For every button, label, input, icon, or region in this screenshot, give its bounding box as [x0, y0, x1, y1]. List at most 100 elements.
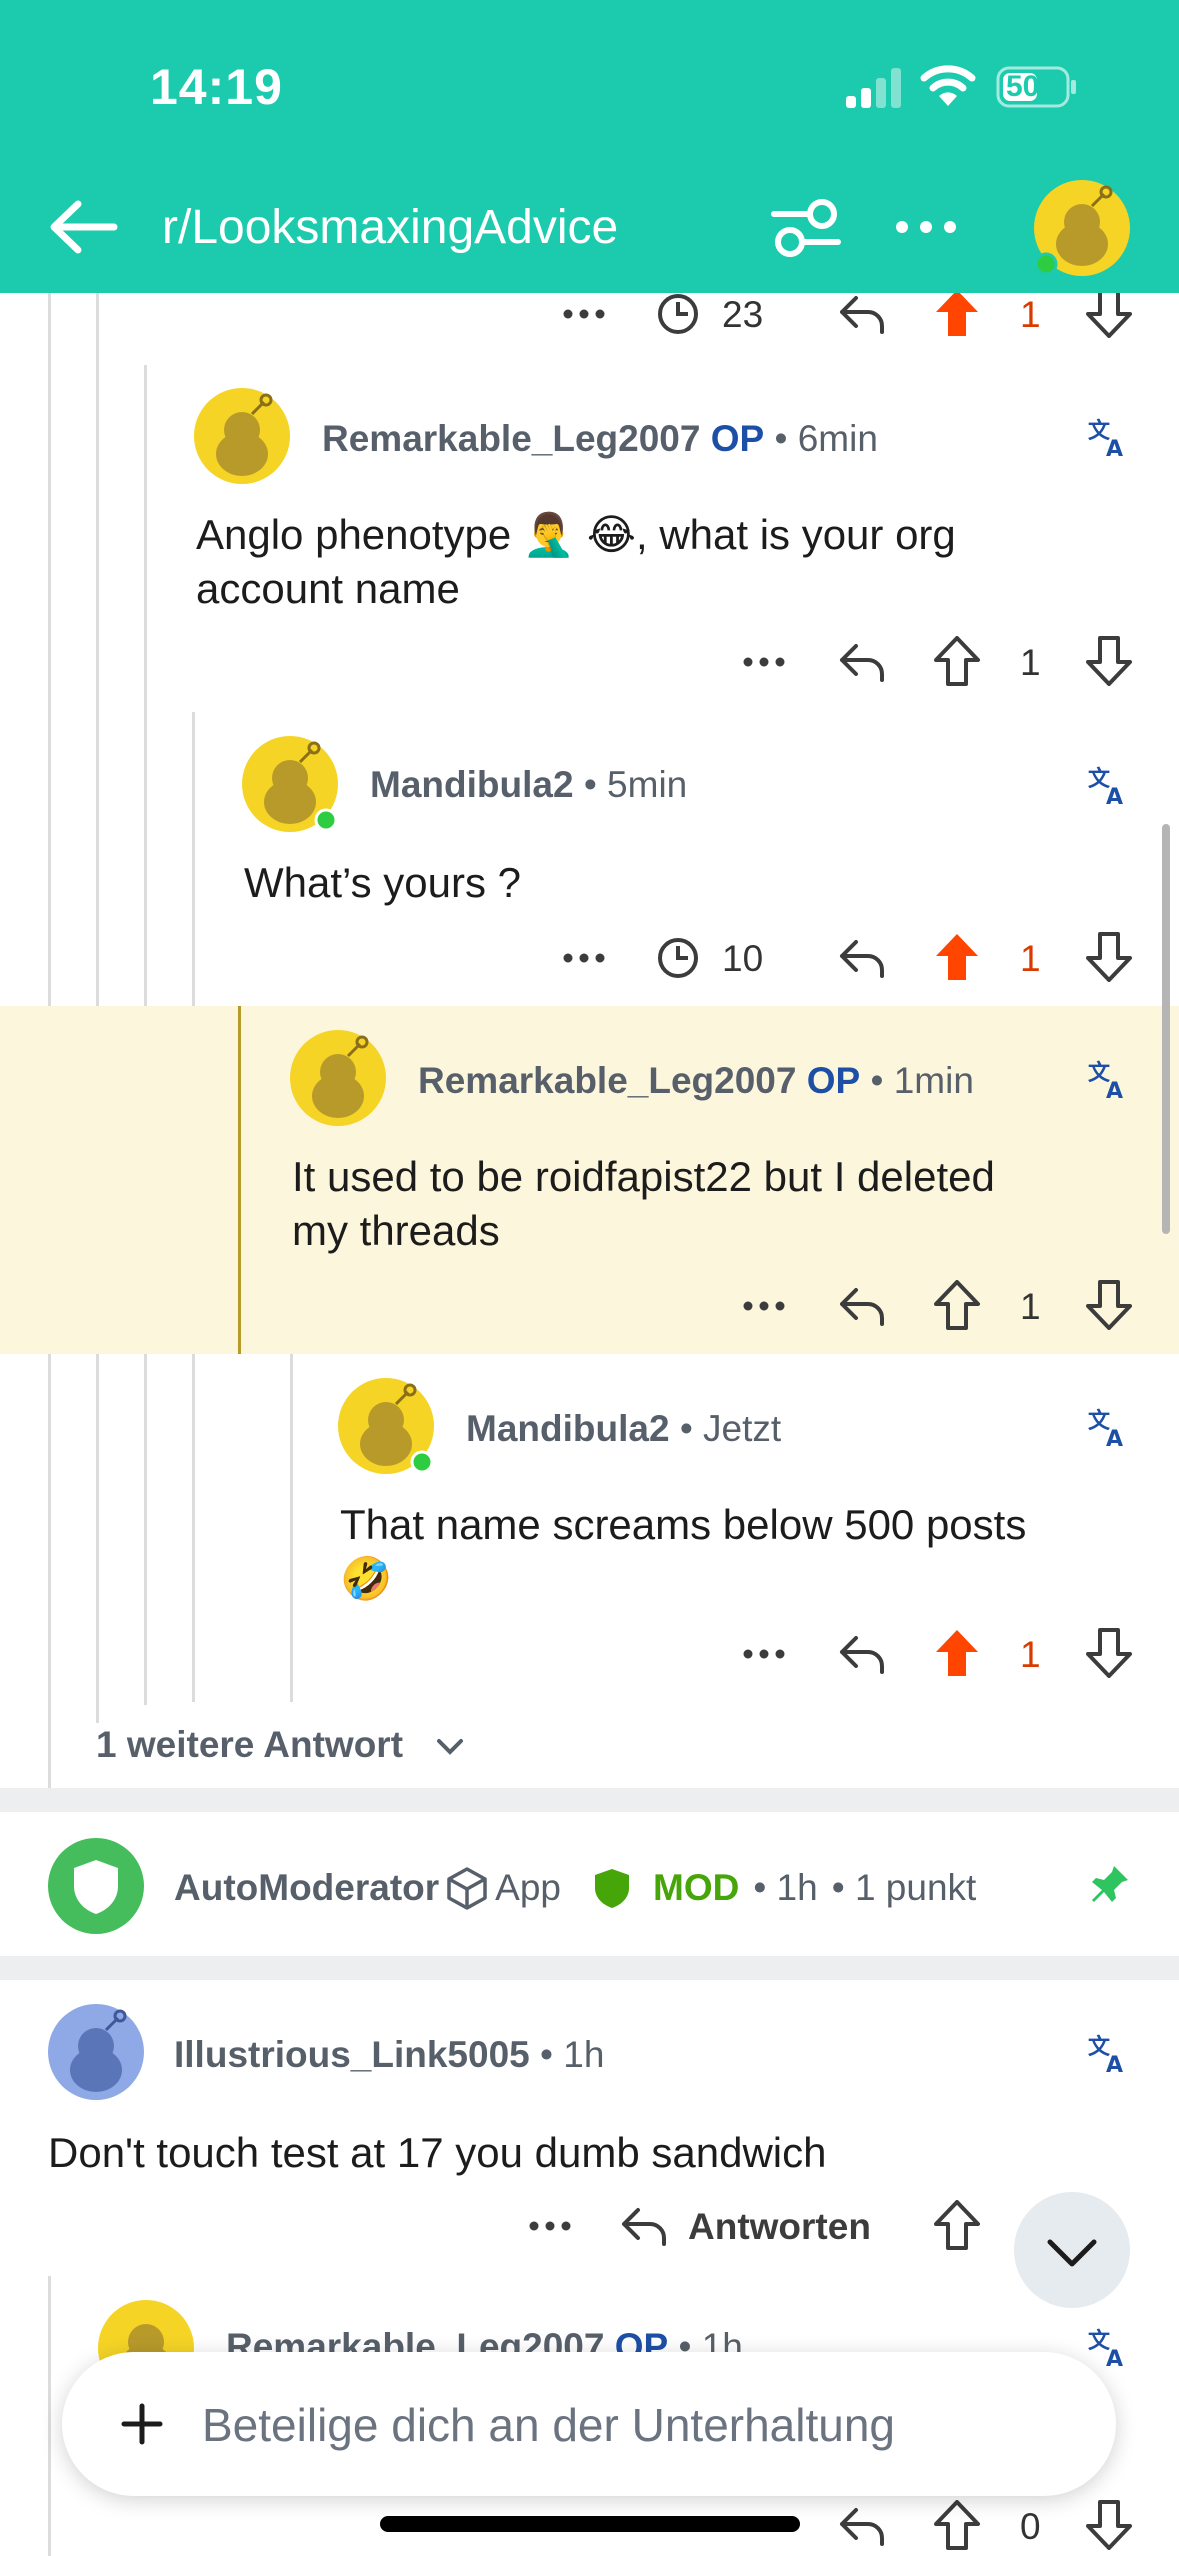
op-badge: OP — [710, 418, 765, 459]
comment-author[interactable]: Mandibula2 • 5min — [370, 764, 687, 806]
upvote-icon[interactable] — [934, 636, 980, 686]
points: • 1 punkt — [831, 1867, 977, 1908]
username[interactable]: AutoModerator — [174, 1867, 439, 1909]
user-avatar-icon[interactable] — [1034, 180, 1130, 276]
upvote-icon[interactable] — [934, 2200, 980, 2250]
reply-button-label[interactable]: Antworten — [688, 2206, 871, 2248]
comment-author[interactable]: Mandibula2 • Jetzt — [466, 1408, 781, 1450]
award-count: 23 — [722, 294, 764, 335]
upvote-icon[interactable] — [934, 2500, 980, 2550]
reply-arrow-icon[interactable] — [838, 292, 886, 336]
more-replies-button[interactable]: 1 weitere Antwort — [96, 1724, 467, 1766]
section-divider — [0, 1956, 1179, 1980]
app-header: 14:19 50 r/LooksmaxingAdvice — [0, 0, 1179, 293]
comment-actions: Antworten — [0, 2194, 1179, 2264]
reply-arrow-icon[interactable] — [838, 640, 886, 684]
status-time: 14:19 — [150, 59, 283, 115]
upvote-active-icon[interactable] — [934, 1628, 980, 1678]
reply-arrow-icon[interactable] — [838, 936, 886, 980]
award-clock-icon[interactable] — [656, 292, 700, 336]
comment-actions: 1 — [0, 1622, 1179, 1692]
plus-icon[interactable] — [112, 2394, 172, 2454]
comment-actions: 1 — [0, 1274, 1179, 1344]
cellular-signal-icon — [846, 68, 901, 108]
comment-author[interactable]: Remarkable_Leg2007 OP • 1min — [418, 1060, 974, 1102]
comment-body: It used to be roidfapist22 but I deleted… — [292, 1153, 995, 1254]
translate-icon[interactable]: 文 A — [1086, 2030, 1132, 2076]
comment-author[interactable]: Illustrious_Link5005 • 1h — [174, 2034, 604, 2076]
username[interactable]: Remarkable_Leg2007 — [322, 418, 700, 459]
translate-icon[interactable]: 文 A — [1086, 2324, 1132, 2370]
more-options-icon[interactable] — [740, 642, 788, 682]
vote-count: 1 — [1020, 1634, 1041, 1675]
section-divider — [0, 1788, 1179, 1812]
award-count: 10 — [722, 938, 764, 979]
more-options-icon[interactable] — [890, 192, 962, 262]
more-options-icon[interactable] — [526, 2206, 574, 2246]
more-options-icon[interactable] — [740, 1634, 788, 1674]
comment-time: • 5min — [583, 764, 688, 805]
more-replies-label: 1 weitere Antwort — [96, 1724, 404, 1765]
sort-filter-icon[interactable] — [770, 192, 842, 262]
scroll-next-button[interactable] — [1014, 2192, 1130, 2308]
comment-actions: 10 1 — [0, 926, 1179, 996]
reply-arrow-icon[interactable] — [620, 2204, 668, 2248]
username[interactable]: Mandibula2 — [370, 764, 574, 805]
username[interactable]: Mandibula2 — [466, 1408, 670, 1449]
compose-placeholder: Beteilige dich an der Unterhaltung — [202, 2399, 896, 2451]
join-conversation-input[interactable]: Beteilige dich an der Unterhaltung — [62, 2352, 1116, 2496]
more-options-icon[interactable] — [560, 294, 608, 334]
comment-time: • 6min — [774, 418, 878, 459]
downvote-icon[interactable] — [1086, 2500, 1132, 2550]
downvote-icon[interactable] — [1086, 288, 1132, 338]
translate-icon[interactable]: 文 A — [1086, 762, 1132, 808]
vote-count: 1 — [1020, 1286, 1041, 1327]
user-avatar-icon[interactable] — [194, 388, 290, 484]
reply-arrow-icon[interactable] — [838, 2504, 886, 2548]
downvote-icon[interactable] — [1086, 1628, 1132, 1678]
chevron-down-icon — [437, 1739, 464, 1756]
back-arrow-icon[interactable] — [44, 192, 124, 262]
chevron-down-icon — [1047, 2239, 1097, 2267]
mod-shield-icon — [595, 1869, 629, 1908]
app-cube-icon — [447, 1867, 487, 1910]
subreddit-title[interactable]: r/LooksmaxingAdvice — [162, 200, 618, 255]
scrollbar[interactable] — [1162, 824, 1170, 1234]
svg-text:A: A — [1106, 2053, 1123, 2076]
username[interactable]: Illustrious_Link5005 — [174, 2034, 530, 2075]
downvote-icon[interactable] — [1086, 636, 1132, 686]
user-avatar-icon[interactable] — [338, 1378, 434, 1474]
reply-arrow-icon[interactable] — [838, 1284, 886, 1328]
mod-badge: MOD — [653, 1867, 740, 1908]
downvote-icon[interactable] — [1086, 932, 1132, 982]
vote-count: 1 — [1020, 642, 1041, 683]
downvote-icon[interactable] — [1086, 1280, 1132, 1330]
more-options-icon[interactable] — [740, 1286, 788, 1326]
home-indicator — [380, 2516, 800, 2532]
upvote-active-icon[interactable] — [934, 932, 980, 982]
translate-icon[interactable]: 文 A — [1086, 414, 1132, 460]
more-options-icon[interactable] — [560, 938, 608, 978]
svg-text:A: A — [1106, 2347, 1123, 2370]
user-avatar-icon[interactable] — [48, 2004, 144, 2100]
svg-text:A: A — [1106, 1079, 1123, 1102]
automod-author[interactable]: AutoModerator App MOD • 1h • 1 punkt — [174, 1866, 976, 1910]
pin-icon — [1092, 1866, 1128, 1902]
reply-arrow-icon[interactable] — [838, 1632, 886, 1676]
op-badge: OP — [806, 1060, 861, 1101]
award-clock-icon[interactable] — [656, 936, 700, 980]
comment-body: What’s yours ? — [244, 859, 521, 906]
user-avatar-icon[interactable] — [290, 1030, 386, 1126]
translate-icon[interactable]: 文 A — [1086, 1404, 1132, 1450]
wifi-icon — [920, 65, 976, 106]
translate-icon[interactable]: 文 A — [1086, 1056, 1132, 1102]
upvote-active-icon[interactable] — [934, 288, 980, 338]
automod-avatar-icon[interactable] — [48, 1838, 144, 1934]
username[interactable]: Remarkable_Leg2007 — [418, 1060, 796, 1101]
comment-body: That name screams below 500 posts 🤣 — [340, 1501, 1027, 1602]
comment-author[interactable]: Remarkable_Leg2007 OP • 6min — [322, 418, 878, 460]
user-avatar-icon[interactable] — [242, 736, 338, 832]
upvote-icon[interactable] — [934, 1280, 980, 1330]
app-label: App — [495, 1867, 561, 1908]
comment-body: Don't touch test at 17 you dumb sandwich — [48, 2129, 827, 2176]
